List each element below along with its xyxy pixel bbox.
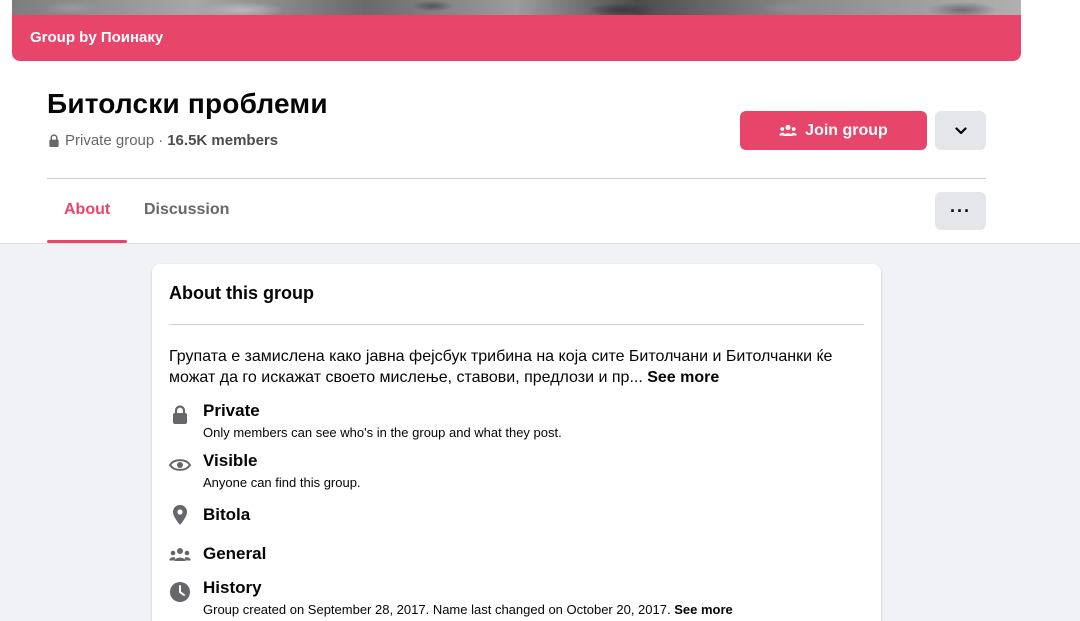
group-name: Битолски проблеми	[47, 88, 328, 119]
cover-banner[interactable]: Group by Поинаку	[12, 15, 1021, 61]
info-category-title: General	[203, 544, 267, 563]
tab-discussion[interactable]: Discussion	[144, 201, 229, 219]
info-private-subtitle: Only members can see who's in the group …	[203, 425, 562, 440]
info-history-title: History	[203, 578, 262, 597]
tab-about[interactable]: About	[64, 201, 110, 219]
options-dropdown-button[interactable]	[935, 111, 986, 150]
about-card: About this group Групата е замислена как…	[152, 264, 881, 621]
cover-banner-text[interactable]: Group by Поинаку	[30, 29, 163, 46]
lock-icon	[169, 404, 191, 426]
clock-icon	[169, 581, 191, 603]
info-private-title: Private	[203, 401, 260, 420]
info-visible-title: Visible	[203, 451, 258, 470]
people-icon	[169, 544, 191, 566]
active-tab-indicator	[47, 240, 127, 243]
member-count[interactable]: 16.5K members	[167, 132, 278, 149]
lock-icon	[49, 134, 59, 147]
cover-photo	[12, 0, 1021, 15]
ellipsis-icon: ···	[950, 200, 971, 221]
history-see-more-link[interactable]: See more	[674, 602, 733, 617]
join-group-button[interactable]: Join group	[740, 111, 927, 150]
info-location-title[interactable]: Bitola	[203, 505, 250, 525]
history-text: Group created on September 28, 2017. Nam…	[203, 602, 671, 617]
privacy-label: Private group	[65, 132, 155, 149]
chevron-down-icon	[954, 126, 967, 134]
people-icon	[779, 124, 797, 136]
cover-area: Group by Поинаку	[12, 0, 1021, 61]
description-text: Групата е замислена како јавна фејсбук т…	[169, 348, 833, 386]
eye-icon	[169, 454, 191, 476]
meta-separator: ·	[158, 132, 164, 149]
description-see-more-link[interactable]: See more	[647, 369, 719, 386]
header-divider	[47, 178, 986, 179]
info-visible-subtitle: Anyone can find this group.	[203, 475, 361, 490]
about-description: Групата е замислена како јавна фејсбук т…	[169, 346, 849, 388]
join-group-label: Join group	[805, 121, 888, 139]
about-divider	[169, 324, 864, 325]
about-title: About this group	[169, 283, 314, 303]
location-pin-icon	[169, 504, 191, 526]
info-history-subtitle: Group created on September 28, 2017. Nam…	[203, 602, 733, 617]
group-meta: Private group · 16.5K members	[48, 132, 278, 149]
more-options-button[interactable]: ···	[935, 192, 986, 230]
group-header: Group by Поинаку Битолски проблеми Priva…	[0, 0, 1080, 244]
